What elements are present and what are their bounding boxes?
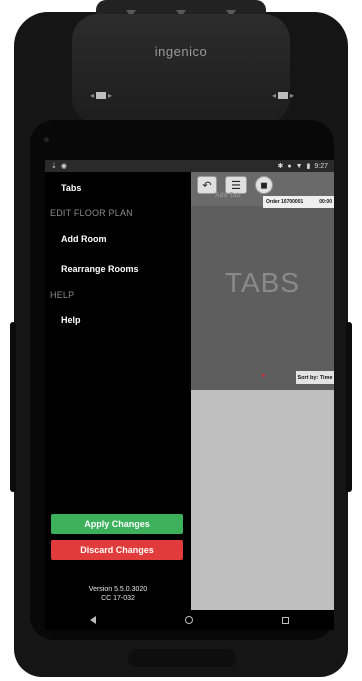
nav-recents-icon[interactable]: [282, 616, 290, 624]
clock: 9:27: [314, 162, 328, 170]
side-rail-left: [10, 322, 16, 492]
tabs-panel: ↶ ☰ ◼ Add Tab Order 10700001 00:00 TABS …: [191, 172, 334, 390]
nav-back-icon[interactable]: [89, 616, 96, 624]
status-bar: ⇣ ◉ ✱ ● ▼ ▮ 9:27: [45, 160, 334, 172]
app-content: ↶ ☰ ◼ Add Tab Order 10700001 00:00 TABS …: [191, 172, 334, 610]
signal-icon: ●: [287, 162, 292, 170]
apply-changes-button[interactable]: Apply Changes: [51, 514, 183, 534]
indicator-dot: [262, 374, 265, 377]
screen: ⇣ ◉ ✱ ● ▼ ▮ 9:27 Tabs EDIT FLOOR PLAN Ad…: [45, 160, 334, 630]
sort-by-time-button[interactable]: Sort by: Time: [296, 371, 334, 384]
battery-icon: ▮: [306, 163, 311, 170]
order-time: 00:00: [319, 199, 332, 205]
order-card[interactable]: Order 10700001 00:00: [263, 196, 334, 208]
build-text: CC 17-032: [101, 595, 135, 602]
card-slot-left-icon: ◂ ▸: [89, 90, 113, 100]
section-edit-floor-plan: EDIT FLOOR PLAN: [50, 208, 133, 218]
usb-icon: ⇣: [51, 163, 57, 170]
tabs-watermark: TABS: [224, 267, 301, 298]
add-tab-button[interactable]: Add Tab: [215, 192, 241, 199]
drawer-item-tabs[interactable]: Tabs: [61, 183, 81, 193]
bottom-grip: [128, 649, 236, 667]
side-rail-right: [346, 322, 352, 492]
nav-home-icon[interactable]: [184, 616, 193, 624]
brand-logo: ingenico: [154, 44, 208, 59]
drawer-item-rearrange-rooms[interactable]: Rearrange Rooms: [61, 264, 139, 274]
order-number: Order 10700001: [266, 199, 304, 205]
drawer-item-add-room[interactable]: Add Room: [61, 234, 107, 244]
front-camera-icon: [44, 137, 49, 142]
version-text: Version 5.5.0.3020: [88, 586, 148, 593]
back-arrow-icon[interactable]: ↶: [197, 176, 217, 194]
bluetooth-icon: ✱: [277, 163, 284, 170]
drawer-item-help[interactable]: Help: [61, 315, 81, 325]
card-slot-right-icon: ◂ ▸: [271, 90, 295, 100]
sync-icon: ◉: [60, 163, 67, 170]
android-nav-bar: [45, 610, 334, 630]
navigation-drawer: Tabs EDIT FLOOR PLAN Add Room Rearrange …: [45, 172, 191, 610]
save-icon[interactable]: ◼: [255, 176, 273, 194]
discard-changes-button[interactable]: Discard Changes: [51, 540, 183, 560]
section-help: HELP: [50, 290, 75, 300]
wifi-icon: ▼: [295, 162, 303, 170]
card-reader-head: ingenico ◂ ▸ ◂ ▸: [72, 14, 294, 124]
